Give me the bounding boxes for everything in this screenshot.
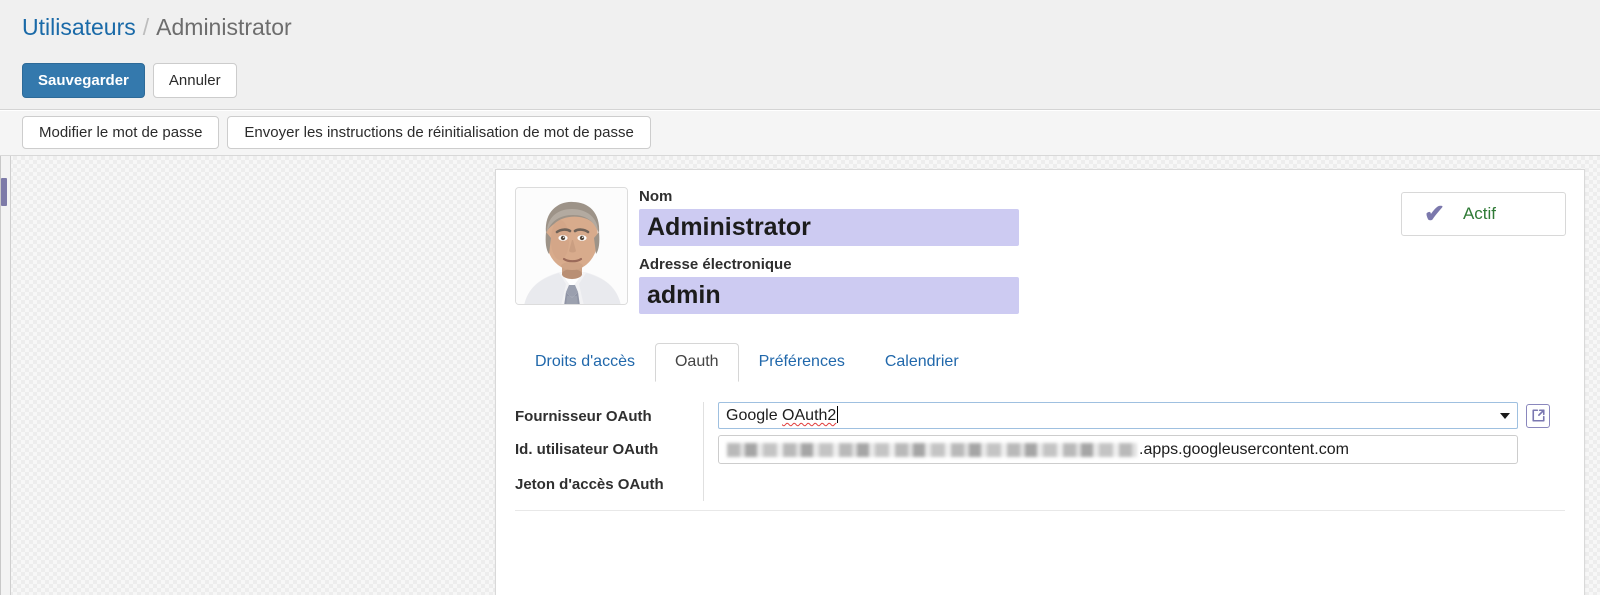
name-label: Nom (639, 188, 673, 205)
oauth-access-token-cell[interactable] (703, 470, 1584, 501)
action-button-row: Sauvegarder Annuler (22, 63, 237, 98)
send-password-reset-button[interactable]: Envoyer les instructions de réinitialisa… (227, 116, 651, 149)
breadcrumb-parent-link[interactable]: Utilisateurs (22, 14, 136, 40)
status-badge[interactable]: ✔ Actif (1401, 192, 1566, 236)
field-spacer (639, 246, 1019, 255)
tab-preferences[interactable]: Préférences (739, 343, 865, 382)
oauth-user-id-input[interactable]: .apps.googleusercontent.com (718, 435, 1518, 464)
top-control-panel: Utilisateurs / Administrator Sauvegarder A… (0, 0, 1600, 110)
external-link-icon[interactable] (1526, 403, 1550, 428)
text-cursor (837, 406, 839, 423)
email-label: Adresse électronique (639, 256, 792, 273)
oauth-provider-value-misspelled: OAuth2 (782, 407, 837, 424)
email-input[interactable]: admin (639, 277, 1019, 314)
redacted-value (727, 442, 1137, 457)
secondary-toolbar-inner: Modifier le mot de passe Envoyer les ins… (22, 116, 651, 149)
change-password-button[interactable]: Modifier le mot de passe (22, 116, 220, 149)
tab-oauth[interactable]: Oauth (654, 343, 739, 382)
oauth-access-token-label: Jeton d'accès OAuth (515, 476, 664, 493)
oauth-provider-select[interactable]: Google OAuth2 (718, 402, 1518, 429)
avatar[interactable] (515, 187, 628, 305)
identity-fields: Nom Administrator Adresse électronique a… (639, 187, 1019, 314)
tab-calendrier[interactable]: Calendrier (865, 343, 979, 382)
save-button[interactable]: Sauvegarder (22, 63, 145, 98)
oauth-user-id-suffix: .apps.googleusercontent.com (1139, 440, 1349, 458)
cancel-button[interactable]: Annuler (152, 63, 237, 98)
breadcrumb: Utilisateurs / Administrator (22, 12, 292, 42)
name-input[interactable]: Administrator (639, 209, 1019, 246)
content-area: Nom Administrator Adresse électronique a… (0, 156, 1600, 595)
oauth-provider-value: Google OAuth2 (726, 406, 839, 425)
breadcrumb-separator: / (142, 14, 150, 40)
form-row-user-id: Id. utilisateur OAuth .apps.googleuserco… (515, 435, 1584, 470)
chevron-down-icon[interactable] (1500, 412, 1510, 419)
oauth-provider-cell: Google OAuth2 (703, 402, 1584, 435)
status-label: Actif (1462, 204, 1497, 223)
rail-marker (1, 178, 7, 206)
oauth-provider-label: Fournisseur OAuth (515, 408, 652, 425)
form-row-provider: Fournisseur OAuth Google OAuth2 (515, 402, 1584, 435)
breadcrumb-current: Administrator (156, 14, 292, 40)
oauth-user-id-cell: .apps.googleusercontent.com (703, 435, 1584, 470)
card-header: Nom Administrator Adresse électronique a… (496, 170, 1584, 340)
left-rail (1, 156, 11, 595)
oauth-form: Fournisseur OAuth Google OAuth2 Id. util… (496, 402, 1584, 503)
oauth-user-id-label: Id. utilisateur OAuth (515, 441, 659, 458)
card-footer (496, 511, 1584, 566)
oauth-provider-value-plain: Google (726, 407, 783, 424)
tab-droits-dacces[interactable]: Droits d'accès (515, 343, 655, 382)
secondary-toolbar: Modifier le mot de passe Envoyer les ins… (0, 111, 1600, 156)
form-row-access-token: Jeton d'accès OAuth (515, 470, 1584, 503)
oauth-provider-controls: Google OAuth2 (718, 402, 1584, 429)
user-form-card: Nom Administrator Adresse électronique a… (495, 169, 1585, 595)
tab-strip: Droits d'accès Oauth Préférences Calendr… (515, 343, 1584, 382)
check-icon: ✔ (1424, 199, 1445, 228)
